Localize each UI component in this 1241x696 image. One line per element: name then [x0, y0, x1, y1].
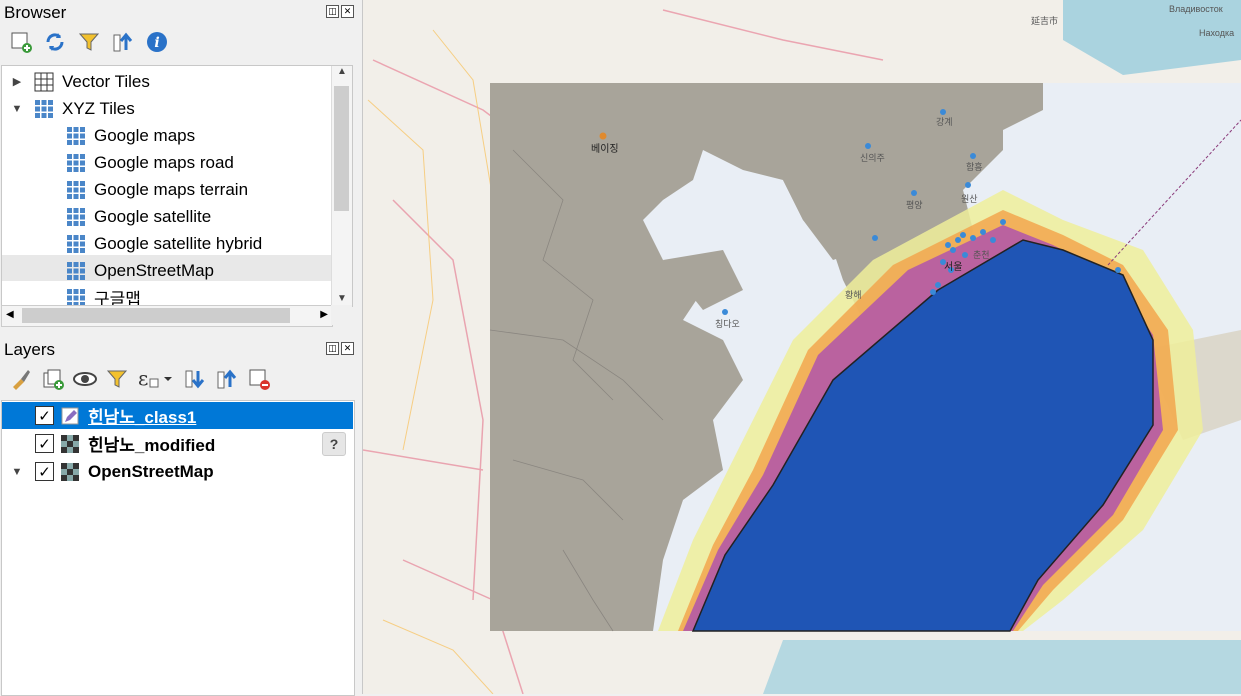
scroll-thumb[interactable] [334, 86, 349, 211]
xyz-layer-icon [67, 126, 85, 145]
layer-item-hinnamno-modified[interactable]: ✓ 힌남노_modified [35, 430, 215, 457]
layers-tree: ✓ 힌남노_class1 ✓ 힌남노_modified ? ▼ ✓ OpenSt… [1, 400, 355, 696]
map-label-qingdao: 칭다오 [715, 319, 740, 329]
collapse-all-icon[interactable] [214, 366, 240, 392]
map-label-pyongyang: 평양 [906, 200, 923, 210]
map-label-vladivostok: Владивосток [1169, 4, 1223, 14]
map-label-beijing: 베이징 [591, 144, 619, 155]
tree-item-label: 구글맵 [94, 290, 141, 307]
map-label-seoul: 서울 [944, 262, 963, 273]
scroll-thumb[interactable] [22, 308, 290, 323]
layer-item-openstreetmap[interactable]: ▼ ✓ OpenStreetMap [10, 458, 214, 485]
map-label-wonsan: 원산 [961, 194, 978, 204]
tree-item-vector-tiles[interactable]: ▶ Vector Tiles [2, 68, 150, 95]
refresh-icon[interactable] [42, 29, 68, 55]
layers-title: Layers [4, 340, 56, 359]
scroll-right-icon[interactable]: ▶ [320, 309, 328, 320]
browser-title: Browser [4, 3, 67, 22]
layer-item-hinnamno-class1[interactable]: ✓ 힌남노_class1 [35, 402, 196, 429]
close-icon[interactable]: ✕ [341, 5, 354, 18]
browser-horizontal-scrollbar[interactable]: ◀ ▶ [1, 305, 333, 327]
style-brush-icon[interactable] [8, 366, 34, 392]
tree-item-xyz-tiles[interactable]: ▼ XYZ Tiles [2, 95, 135, 122]
float-icon[interactable]: ◫ [326, 342, 339, 355]
vector-tiles-icon [34, 72, 54, 91]
tree-item-google-satellite[interactable]: Google satellite [66, 203, 211, 230]
browser-toolbar: i [8, 28, 170, 56]
browser-tree: ▶ Vector Tiles ▼ XYZ Tiles Google maps G… [1, 65, 353, 307]
expand-all-icon[interactable] [182, 366, 208, 392]
tree-item-label: OpenStreetMap [94, 260, 215, 280]
layer-visibility-checkbox[interactable]: ✓ [35, 434, 54, 453]
tree-item-label: Google maps [94, 125, 196, 145]
map-label-hamhung: 함흥 [966, 162, 983, 172]
map-label-nakhodka: Находка [1199, 28, 1235, 38]
xyz-tiles-icon [35, 99, 53, 118]
layer-visibility-checkbox[interactable]: ✓ [35, 462, 54, 481]
map-label-chuncheon: 춘천 [973, 250, 990, 260]
remove-layer-icon[interactable] [246, 366, 272, 392]
tree-item-label: Google maps terrain [94, 179, 249, 199]
editing-pencil-icon [61, 407, 79, 424]
left-panel: Browser ◫ ✕ i ▶ Vector Tiles ▼ XYZ Tiles… [0, 0, 363, 696]
tree-item-google-maps-road[interactable]: Google maps road [66, 149, 234, 176]
layer-visibility-checkbox[interactable]: ✓ [35, 406, 54, 425]
xyz-layer-icon [67, 180, 85, 199]
tree-item-openstreetmap[interactable]: OpenStreetMap [66, 257, 214, 284]
add-group-icon[interactable] [40, 366, 66, 392]
layer-label: 힌남노_modified [88, 436, 216, 455]
close-icon[interactable]: ✕ [341, 342, 354, 355]
xyz-layer-icon [67, 261, 85, 280]
tree-item-label: Google maps road [94, 152, 234, 172]
filter-icon[interactable] [76, 29, 102, 55]
tree-item-label: Google satellite hybrid [94, 233, 263, 253]
layer-label: 힌남노_class1 [88, 408, 197, 427]
raster-layer-icon [61, 462, 79, 481]
tree-item-label: Vector Tiles [62, 71, 150, 91]
info-icon[interactable]: i [144, 29, 170, 55]
layer-label: OpenStreetMap [88, 461, 214, 481]
map-graphics [363, 0, 1241, 694]
scroll-corner [331, 305, 352, 325]
tree-item-google-map-kr[interactable]: 구글맵 [66, 284, 141, 307]
layers-dock-buttons: ◫ ✕ [326, 342, 354, 355]
browser-dock-buttons: ◫ ✕ [326, 5, 354, 18]
float-icon[interactable]: ◫ [326, 5, 339, 18]
tree-item-google-maps-terrain[interactable]: Google maps terrain [66, 176, 248, 203]
raster-layer-icon [61, 434, 79, 453]
tree-item-label: XYZ Tiles [62, 98, 135, 118]
map-canvas[interactable]: 베이징 서울 강계 신의주 함흥 평양 원산 춘천 칭다오 황해 Владиво… [363, 0, 1241, 694]
tree-item-google-maps[interactable]: Google maps [66, 122, 195, 149]
map-label-gangye: 강계 [936, 117, 953, 127]
filter-legend-icon[interactable] [104, 366, 130, 392]
scroll-left-icon[interactable]: ◀ [6, 309, 14, 320]
chevron-down-icon[interactable]: ▼ [10, 103, 24, 115]
map-label-sinuiju: 신의주 [860, 153, 885, 163]
unknown-crs-icon[interactable]: ? [322, 432, 346, 456]
tree-item-label: Google satellite [94, 206, 212, 226]
chevron-down-icon[interactable]: ▼ [10, 466, 24, 478]
visibility-eye-icon[interactable] [72, 366, 98, 392]
scroll-up-icon[interactable]: ▲ [332, 66, 352, 77]
add-layer-icon[interactable] [8, 29, 34, 55]
tree-item-google-satellite-hybrid[interactable]: Google satellite hybrid [66, 230, 262, 257]
scroll-down-icon[interactable]: ▼ [332, 293, 352, 304]
xyz-layer-icon [67, 234, 85, 253]
collapse-all-icon[interactable] [110, 29, 136, 55]
layers-toolbar: ε [8, 365, 272, 393]
svg-text:ε: ε [138, 367, 148, 390]
map-label-yanji: 延吉市 [1031, 16, 1059, 26]
map-label-yellowsea: 황해 [845, 290, 862, 300]
svg-text:i: i [154, 35, 159, 51]
chevron-right-icon[interactable]: ▶ [10, 75, 24, 88]
xyz-layer-icon [67, 207, 85, 226]
expression-filter-icon[interactable]: ε [136, 366, 176, 392]
browser-vertical-scrollbar[interactable]: ▲ ▼ [331, 66, 352, 306]
xyz-layer-icon [67, 153, 85, 172]
